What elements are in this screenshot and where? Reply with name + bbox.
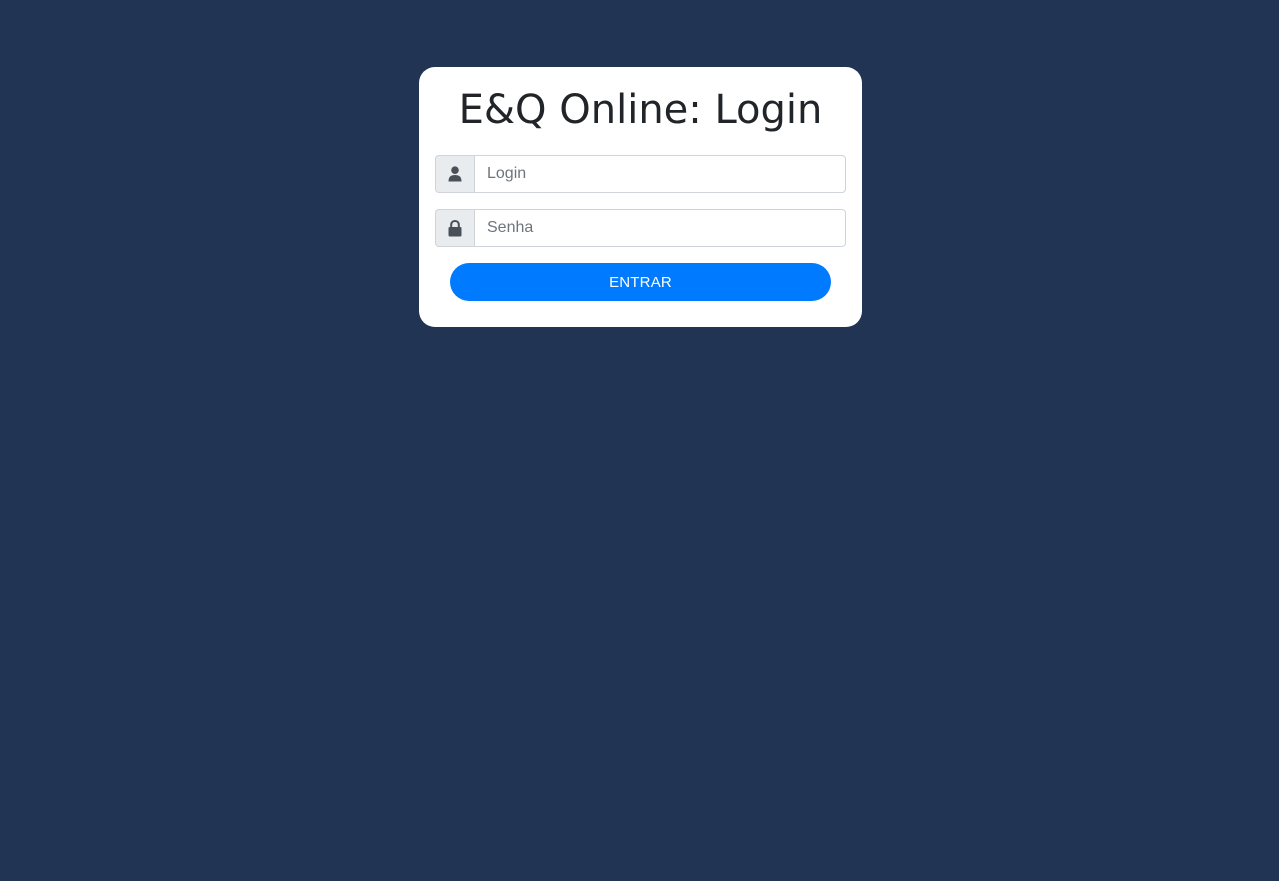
lock-icon <box>448 219 462 236</box>
login-addon <box>435 155 474 193</box>
login-card: E&Q Online: Login ENTRAR <box>419 67 862 327</box>
user-icon <box>448 166 462 182</box>
password-input-group <box>435 209 846 247</box>
login-input[interactable] <box>474 155 846 193</box>
password-input[interactable] <box>474 209 846 247</box>
login-input-group <box>435 155 846 193</box>
page-title: E&Q Online: Login <box>458 87 823 133</box>
submit-button[interactable]: ENTRAR <box>450 263 831 301</box>
password-addon <box>435 209 474 247</box>
